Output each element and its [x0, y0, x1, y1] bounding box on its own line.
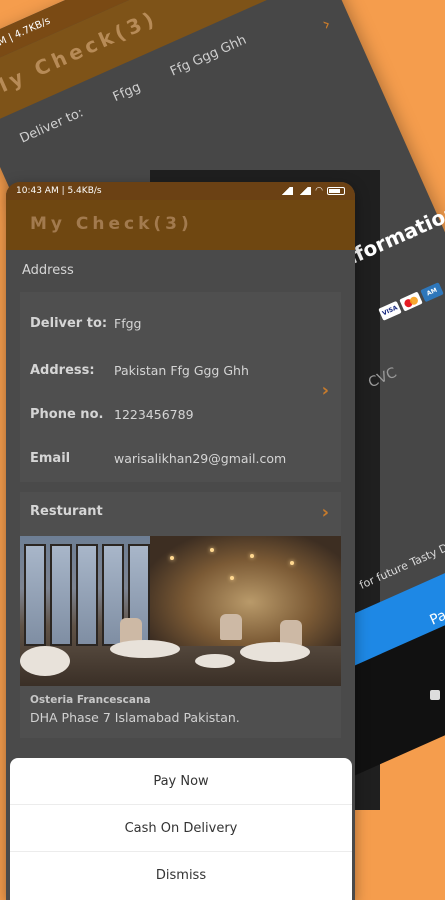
restaurant-address: DHA Phase 7 Islamabad Pakistan.: [30, 710, 240, 725]
pay-now-button[interactable]: Pay Now: [10, 758, 352, 805]
chair-decoration: [220, 614, 242, 640]
address-section-label: Address: [22, 263, 74, 278]
deliver-to-label: Deliver to:: [30, 315, 108, 331]
window-decoration: [24, 544, 46, 646]
restaurant-row[interactable]: Resturant ›: [20, 492, 341, 536]
window-decoration: [50, 544, 72, 646]
signal-icon-2: [297, 187, 312, 195]
wifi-icon: ◠: [315, 186, 323, 196]
deliver-to-value: Ffgg: [114, 315, 142, 331]
restaurant-image: [20, 536, 341, 686]
restaurant-card[interactable]: Resturant › Osteria Francescana DHA Phas…: [20, 492, 341, 738]
payment-options-sheet: Pay Now Cash On Delivery Dismiss: [10, 758, 352, 900]
window-decoration: [76, 544, 98, 646]
light-decoration: [290, 561, 294, 565]
deliver-to-row: Deliver to: Ffgg: [30, 298, 331, 348]
status-bar: 10:43 AM | 5.4KB/s ◠: [6, 182, 355, 200]
signal-icon: [279, 187, 294, 195]
table-decoration: [20, 646, 70, 676]
status-time: 10:43 AM | 5.4KB/s: [16, 186, 102, 196]
light-decoration: [210, 548, 214, 552]
restaurant-name: Osteria Francescana: [30, 694, 151, 706]
table-decoration: [240, 642, 310, 662]
cash-on-delivery-button[interactable]: Cash On Delivery: [10, 805, 352, 852]
status-icons: ◠: [279, 186, 345, 196]
light-decoration: [250, 554, 254, 558]
back-deliver-label: Deliver to:: [17, 105, 86, 147]
page-title: My Check(3): [6, 200, 355, 250]
phone-value: 1223456789: [114, 406, 194, 422]
email-row: Email warisalikhan29@gmail.com: [30, 436, 331, 480]
arch-decoration: [150, 536, 341, 646]
dismiss-button[interactable]: Dismiss: [10, 852, 352, 899]
light-decoration: [230, 576, 234, 580]
table-decoration: [110, 640, 180, 658]
light-decoration: [170, 556, 174, 560]
home-icon: [430, 690, 440, 700]
back-address-value: Ffg Ggg Ghh: [168, 32, 249, 80]
table-decoration: [195, 654, 235, 668]
back-deliver-value: Ffgg: [110, 79, 143, 106]
restaurant-section-label: Resturant: [30, 504, 103, 519]
address-value: Pakistan Ffg Ggg Ghh: [114, 362, 249, 378]
chevron-right-icon[interactable]: ›: [322, 380, 329, 401]
chevron-right-icon[interactable]: ›: [322, 502, 329, 523]
battery-icon: [327, 187, 345, 195]
address-label: Address:: [30, 362, 95, 378]
address-row: Address: Pakistan Ffg Ggg Ghh: [30, 348, 331, 392]
phone-label: Phone no.: [30, 406, 104, 422]
email-label: Email: [30, 450, 71, 466]
phone-row: Phone no. 1223456789: [30, 392, 331, 436]
email-value: warisalikhan29@gmail.com: [114, 450, 287, 466]
address-card[interactable]: Deliver to: Ffgg Address: Pakistan Ffg G…: [20, 292, 341, 482]
